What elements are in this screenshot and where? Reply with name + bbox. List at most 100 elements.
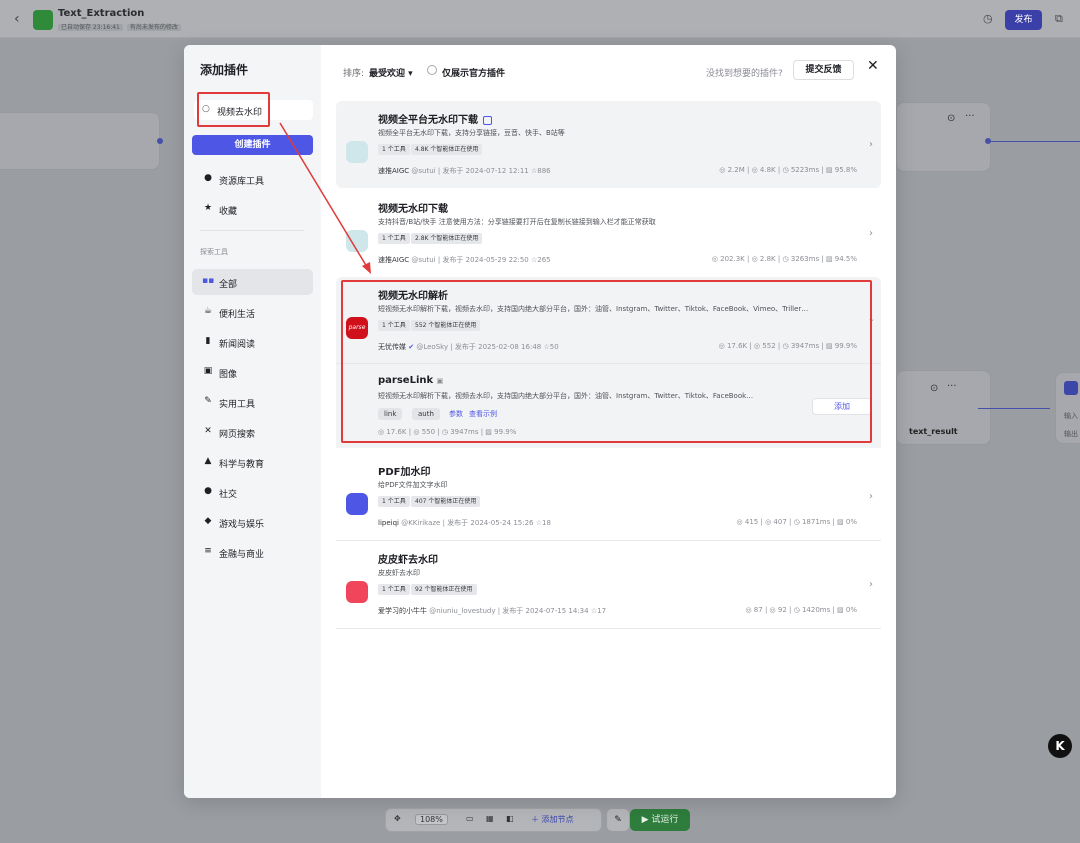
modal-sidebar: 添加插件 ○ 视频去水印 创建插件 ● 资源库工具 ★ 收藏 探索工具 ▪▪ 全… — [184, 45, 321, 798]
add-node-button[interactable]: ＋ 添加节点 — [531, 814, 574, 825]
divider — [336, 628, 881, 629]
nav-item-label: 资源库工具 — [219, 177, 265, 187]
category-utilities[interactable]: ✎ 实用工具 — [192, 389, 313, 415]
layout-icon[interactable]: ▦ — [486, 814, 494, 823]
copy-icon[interactable]: ⧉ — [1055, 12, 1063, 26]
stat-bots: 2.8K — [759, 255, 776, 263]
connector-line — [978, 408, 1050, 409]
plugin-meta: 速推AIGC @sutui | 发布于 2024-07-12 12:11 ☆88… — [378, 167, 551, 175]
more-icon[interactable]: ··· — [947, 381, 957, 392]
plugin-title: 视频无水印下载 — [378, 204, 448, 215]
node-port[interactable] — [157, 138, 163, 144]
workflow-logo — [33, 10, 53, 30]
official-only-radio[interactable] — [427, 65, 437, 75]
plugin-description: 给PDF文件加文字水印 — [378, 481, 448, 489]
plugin-logo — [346, 230, 368, 252]
back-icon[interactable]: ‹ — [14, 11, 20, 27]
plugin-description: 皮皮虾去水印 — [378, 569, 420, 577]
create-plugin-button[interactable]: 创建插件 — [192, 135, 313, 155]
category-games[interactable]: ◆ 游戏与娱乐 — [192, 509, 313, 535]
play-icon[interactable]: ⊙ — [930, 383, 938, 394]
minimap-icon[interactable]: ◧ — [506, 814, 514, 823]
chevron-right-icon[interactable]: › — [869, 228, 873, 239]
category-all[interactable]: ▪▪ 全部 — [192, 269, 313, 295]
connector-line — [991, 141, 1080, 142]
stat-latency: 1420ms — [801, 606, 831, 614]
more-icon[interactable]: ··· — [965, 111, 975, 122]
nav-item-favorites[interactable]: ★ 收藏 — [192, 196, 313, 222]
plugin-logo — [346, 493, 368, 515]
stat-latency: 1871ms — [801, 518, 831, 526]
plugin-logo — [346, 581, 368, 603]
category-web-search[interactable]: ✕ 网页搜索 — [192, 419, 313, 445]
annotation-highlight-plugin — [341, 280, 872, 443]
tool-count-badge: 1 个工具 — [378, 496, 410, 507]
zoom-select[interactable]: 108% — [415, 814, 448, 825]
favorite-count: 18 — [542, 519, 551, 527]
category-science[interactable]: ▲ 科学与教育 — [192, 449, 313, 475]
category-label: 金融与商业 — [219, 550, 265, 560]
history-icon[interactable]: ◷ — [983, 12, 993, 25]
wrench-icon: ✎ — [204, 396, 212, 406]
debug-button[interactable]: ✎ — [607, 809, 629, 831]
gamepad-icon: ◆ — [204, 516, 212, 526]
category-label: 图像 — [219, 370, 238, 380]
official-only-label[interactable]: 仅展示官方插件 — [442, 66, 505, 79]
sort-select[interactable]: 最受欢迎 ▾ — [369, 66, 413, 79]
author-handle: @niuniu_lovestudy — [429, 607, 496, 615]
sort-label: 排序: — [343, 69, 365, 79]
author-handle: @sutui — [411, 167, 436, 175]
stat-success: 95.8% — [834, 166, 857, 174]
modal-title: 添加插件 — [200, 63, 249, 77]
plugin-card[interactable]: 视频全平台无水印下载 视频全平台无水印下载，支持分享链接，豆音、快手、B站等 1… — [336, 101, 881, 188]
chevron-right-icon[interactable]: › — [869, 579, 873, 590]
publish-button[interactable]: 发布 — [1005, 10, 1042, 30]
plugin-title: PDF加水印 — [378, 467, 431, 478]
canvas-node-end[interactable]: 输入 输出 — [1055, 372, 1080, 444]
external-link-icon[interactable] — [483, 115, 492, 125]
favorite-count: 886 — [537, 167, 551, 175]
add-node-label: 添加节点 — [541, 815, 574, 824]
chevron-right-icon[interactable]: › — [869, 491, 873, 502]
close-icon[interactable]: ✕ — [867, 58, 879, 74]
plugin-title-text: 视频全平台无水印下载 — [378, 115, 478, 126]
stat-bots: 407 — [773, 518, 787, 526]
tool-count-badge: 1 个工具 — [378, 584, 410, 595]
tool-count-badge: 1 个工具 — [378, 233, 410, 244]
plugin-description: 支持抖音/B站/快手 注意使用方法：分享链接要打开后在复制长链接到输入栏才能正常… — [378, 218, 656, 226]
canvas-node-llm[interactable]: ⊙ ··· text_result — [896, 370, 991, 445]
category-social[interactable]: ● 社交 — [192, 479, 313, 505]
feedback-button[interactable]: 提交反馈 — [793, 60, 854, 80]
category-life[interactable]: ☕ 便利生活 — [192, 299, 313, 325]
test-run-button[interactable]: ▶ 试运行 — [630, 809, 690, 831]
comment-icon[interactable]: ▭ — [466, 814, 474, 823]
usage-badge: 4.8K 个智能体正在使用 — [411, 144, 483, 155]
person-icon: ● — [204, 173, 212, 183]
category-finance[interactable]: ≡ 金融与商业 — [192, 539, 313, 565]
plugin-card[interactable]: 皮皮虾去水印 皮皮虾去水印 1 个工具 92 个智能体正在使用 爱学习的小牛牛 … — [336, 541, 881, 628]
chevron-right-icon[interactable]: › — [869, 139, 873, 150]
pointer-icon[interactable]: ✥ — [394, 814, 401, 823]
sort-value: 最受欢迎 — [369, 69, 406, 79]
plugin-meta: 爱学习的小牛牛 @niuniu_lovestudy | 发布于 2024-07-… — [378, 607, 607, 615]
section-label: 探索工具 — [200, 248, 228, 256]
author-handle: @KKirikaze — [401, 519, 441, 527]
plugin-card[interactable]: PDF加水印 给PDF文件加文字水印 1 个工具 407 个智能体正在使用 li… — [336, 453, 881, 540]
category-label: 社交 — [219, 490, 238, 500]
nav-item-library-tools[interactable]: ● 资源库工具 — [192, 166, 313, 192]
plugin-logo — [346, 141, 368, 163]
stat-success: 0% — [845, 518, 857, 526]
plugin-card[interactable]: 视频无水印下载 支持抖音/B站/快手 注意使用方法：分享链接要打开后在复制长链接… — [336, 190, 881, 277]
category-image[interactable]: ▣ 图像 — [192, 359, 313, 385]
coins-icon: ≡ — [204, 546, 212, 556]
stat-calls: 87 — [753, 606, 763, 614]
assistant-icon[interactable]: K — [1048, 734, 1072, 758]
category-news[interactable]: ▮ 新闻阅读 — [192, 329, 313, 355]
play-icon[interactable]: ⊙ — [947, 113, 955, 124]
stat-success: 94.5% — [834, 255, 857, 263]
stat-bots: 4.8K — [759, 166, 776, 174]
graduation-cap-icon: ▲ — [204, 456, 212, 466]
canvas-toolbar: ✥ 108% ▭ ▦ ◧ ＋ 添加节点 — [385, 808, 602, 832]
canvas-node-start[interactable] — [0, 112, 160, 170]
canvas-node-plugin[interactable]: ⊙ ··· — [896, 102, 991, 172]
